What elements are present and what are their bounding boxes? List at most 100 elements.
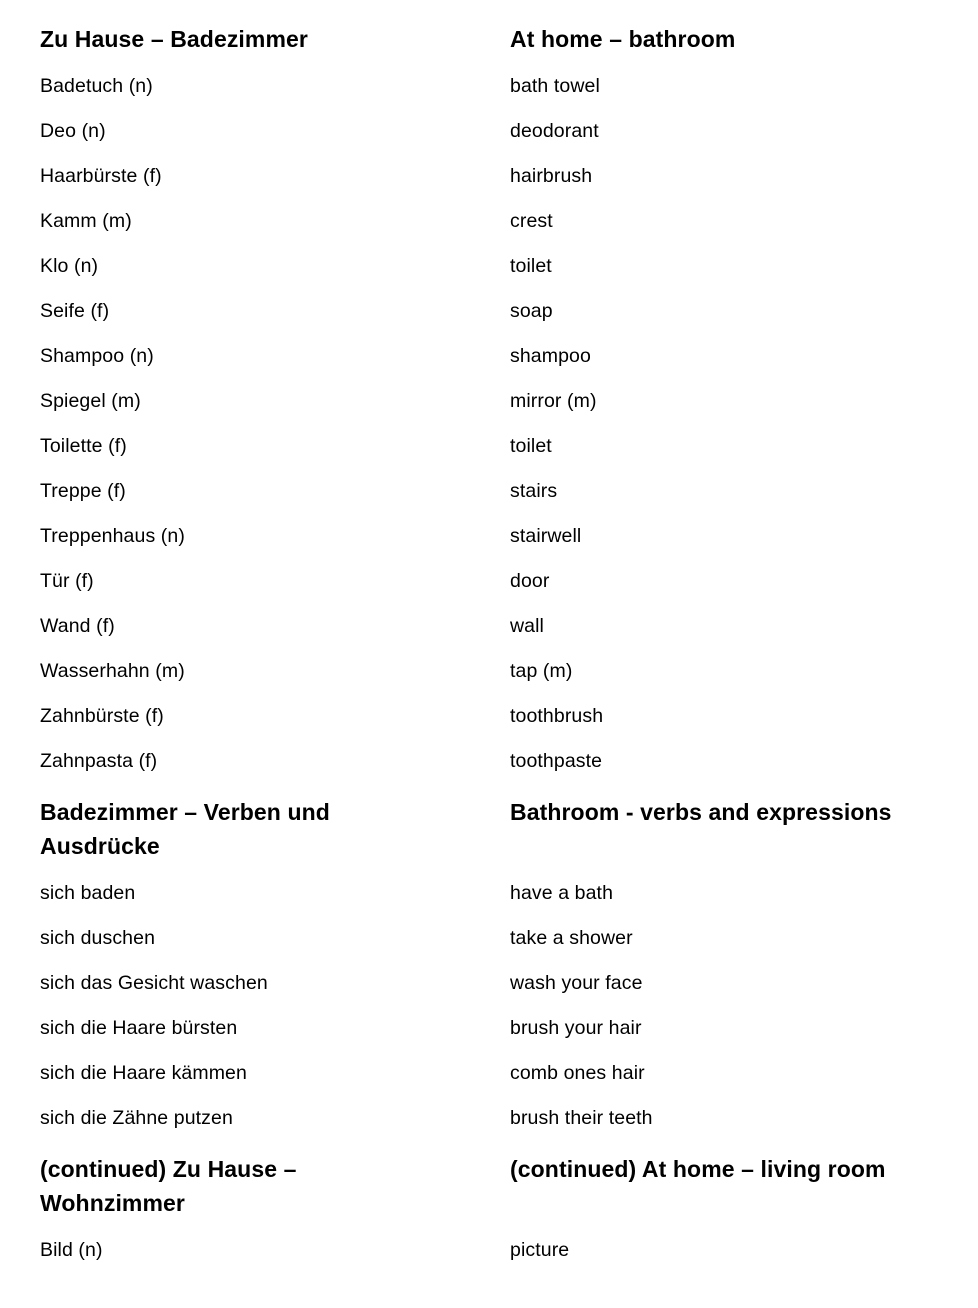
section-heading-german-text: (continued) Zu Hause – Wohnzimmer	[40, 1156, 297, 1216]
vocabulary-english-text: tap (m)	[510, 659, 573, 682]
vocabulary-row: sich das Gesicht waschen wash your face	[0, 960, 978, 1005]
vocabulary-english-text: take a shower	[510, 926, 633, 949]
vocabulary-row: Kamm (m) crest	[0, 198, 978, 243]
vocabulary-row: Spiegel (m) mirror (m)	[0, 378, 978, 423]
vocabulary-row: sich die Haare bürsten brush your hair	[0, 1005, 978, 1050]
vocabulary-german-text: Treppe (f)	[40, 479, 126, 502]
vocabulary-sheet: Zu Hause – Badezimmer At home – bathroom B…	[0, 0, 978, 1308]
vocabulary-english-text: brush their teeth	[510, 1106, 653, 1129]
vocabulary-row: Tür (f) door	[0, 558, 978, 603]
vocabulary-german-text: sich baden	[40, 881, 136, 904]
vocabulary-german-cell: Zahnpasta (f)	[0, 738, 505, 783]
vocabulary-table-body: Zu Hause – Badezimmer At home – bathroom B…	[0, 18, 978, 1272]
vocabulary-row: Shampoo (n) shampoo	[0, 333, 978, 378]
vocabulary-german-cell: Haarbürste (f)	[0, 153, 505, 198]
vocabulary-english-cell: door	[505, 558, 978, 603]
vocabulary-english-text: toilet	[510, 254, 552, 277]
vocabulary-german-text: sich die Zähne putzen	[40, 1106, 233, 1129]
vocabulary-english-cell: brush their teeth	[505, 1095, 978, 1140]
vocabulary-row: Zahnbürste (f) toothbrush	[0, 693, 978, 738]
section-heading-english-cell: (continued) At home – living room	[505, 1140, 978, 1227]
vocabulary-row: Seife (f) soap	[0, 288, 978, 333]
section-heading-row: (continued) Zu Hause – Wohnzimmer (contin…	[0, 1140, 978, 1227]
vocabulary-row: Haarbürste (f) hairbrush	[0, 153, 978, 198]
vocabulary-german-text: Treppenhaus (n)	[40, 524, 185, 547]
vocabulary-row: Toilette (f) toilet	[0, 423, 978, 468]
vocabulary-english-text: picture	[510, 1238, 570, 1261]
vocabulary-english-text: stairs	[510, 479, 558, 502]
vocabulary-german-cell: Wasserhahn (m)	[0, 648, 505, 693]
vocabulary-row: sich die Haare kämmen comb ones hair	[0, 1050, 978, 1095]
section-heading-german-text: Zu Hause – Badezimmer	[40, 26, 308, 52]
vocabulary-german-cell: sich duschen	[0, 915, 505, 960]
vocabulary-german-cell: Kamm (m)	[0, 198, 505, 243]
vocabulary-english-cell: shampoo	[505, 333, 978, 378]
vocabulary-german-text: Zahnpasta (f)	[40, 749, 158, 772]
vocabulary-row: Zahnpasta (f) toothpaste	[0, 738, 978, 783]
vocabulary-german-text: Badetuch (n)	[40, 74, 153, 97]
vocabulary-english-cell: stairwell	[505, 513, 978, 558]
vocabulary-row: sich die Zähne putzen brush their teeth	[0, 1095, 978, 1140]
vocabulary-german-cell: Deo (n)	[0, 108, 505, 153]
vocabulary-english-text: soap	[510, 299, 553, 322]
vocabulary-english-text: hairbrush	[510, 164, 593, 187]
vocabulary-english-cell: have a bath	[505, 870, 978, 915]
vocabulary-english-cell: wash your face	[505, 960, 978, 1005]
vocabulary-english-text: shampoo	[510, 344, 591, 367]
vocabulary-english-text: wash your face	[510, 971, 643, 994]
vocabulary-english-cell: take a shower	[505, 915, 978, 960]
section-heading-row: Badezimmer – Verben und Ausdrücke Bathroo…	[0, 783, 978, 870]
vocabulary-row: Deo (n) deodorant	[0, 108, 978, 153]
vocabulary-german-text: Bild (n)	[40, 1238, 103, 1261]
vocabulary-row: Wasserhahn (m) tap (m)	[0, 648, 978, 693]
section-heading-english-cell: At home – bathroom	[505, 18, 978, 63]
vocabulary-german-text: Haarbürste (f)	[40, 164, 162, 187]
vocabulary-english-cell: picture	[505, 1227, 978, 1272]
vocabulary-table: Zu Hause – Badezimmer At home – bathroom B…	[0, 18, 978, 1272]
vocabulary-english-text: brush your hair	[510, 1016, 642, 1039]
vocabulary-german-cell: sich die Haare bürsten	[0, 1005, 505, 1050]
vocabulary-english-cell: stairs	[505, 468, 978, 513]
vocabulary-german-cell: Wand (f)	[0, 603, 505, 648]
section-heading-german-cell: Zu Hause – Badezimmer	[0, 18, 505, 63]
vocabulary-row: sich duschen take a shower	[0, 915, 978, 960]
section-heading-row: Zu Hause – Badezimmer At home – bathroom	[0, 18, 978, 63]
vocabulary-english-text: wall	[510, 614, 544, 637]
vocabulary-english-text: toilet	[510, 434, 552, 457]
vocabulary-german-text: Deo (n)	[40, 119, 106, 142]
vocabulary-german-text: Klo (n)	[40, 254, 99, 277]
vocabulary-german-cell: Shampoo (n)	[0, 333, 505, 378]
vocabulary-english-cell: bath towel	[505, 63, 978, 108]
vocabulary-english-cell: hairbrush	[505, 153, 978, 198]
vocabulary-english-text: mirror (m)	[510, 389, 597, 412]
vocabulary-english-cell: toothbrush	[505, 693, 978, 738]
vocabulary-german-text: sich die Haare kämmen	[40, 1061, 247, 1084]
vocabulary-german-cell: sich das Gesicht waschen	[0, 960, 505, 1005]
vocabulary-english-cell: toilet	[505, 423, 978, 468]
section-heading-english-text: (continued) At home – living room	[510, 1156, 886, 1182]
vocabulary-german-cell: sich die Haare kämmen	[0, 1050, 505, 1095]
vocabulary-german-cell: Badetuch (n)	[0, 63, 505, 108]
vocabulary-german-cell: Treppe (f)	[0, 468, 505, 513]
vocabulary-english-text: bath towel	[510, 74, 600, 97]
vocabulary-german-cell: Zahnbürste (f)	[0, 693, 505, 738]
section-heading-german-cell: Badezimmer – Verben und Ausdrücke	[0, 783, 505, 870]
vocabulary-english-text: have a bath	[510, 881, 614, 904]
vocabulary-row: Klo (n) toilet	[0, 243, 978, 288]
vocabulary-english-cell: deodorant	[505, 108, 978, 153]
vocabulary-english-cell: soap	[505, 288, 978, 333]
section-heading-german-cell: (continued) Zu Hause – Wohnzimmer	[0, 1140, 505, 1227]
vocabulary-german-text: Zahnbürste (f)	[40, 704, 164, 727]
vocabulary-english-cell: mirror (m)	[505, 378, 978, 423]
vocabulary-german-text: Tür (f)	[40, 569, 94, 592]
vocabulary-german-text: sich das Gesicht waschen	[40, 971, 268, 994]
vocabulary-english-cell: comb ones hair	[505, 1050, 978, 1095]
vocabulary-english-text: deodorant	[510, 119, 599, 142]
vocabulary-english-cell: tap (m)	[505, 648, 978, 693]
section-heading-english-text: At home – bathroom	[510, 26, 736, 52]
section-heading-english-text: Bathroom - verbs and expressions	[510, 799, 892, 825]
vocabulary-german-text: Shampoo (n)	[40, 344, 154, 367]
vocabulary-german-text: sich duschen	[40, 926, 156, 949]
vocabulary-german-text: Spiegel (m)	[40, 389, 141, 412]
vocabulary-german-cell: Tür (f)	[0, 558, 505, 603]
